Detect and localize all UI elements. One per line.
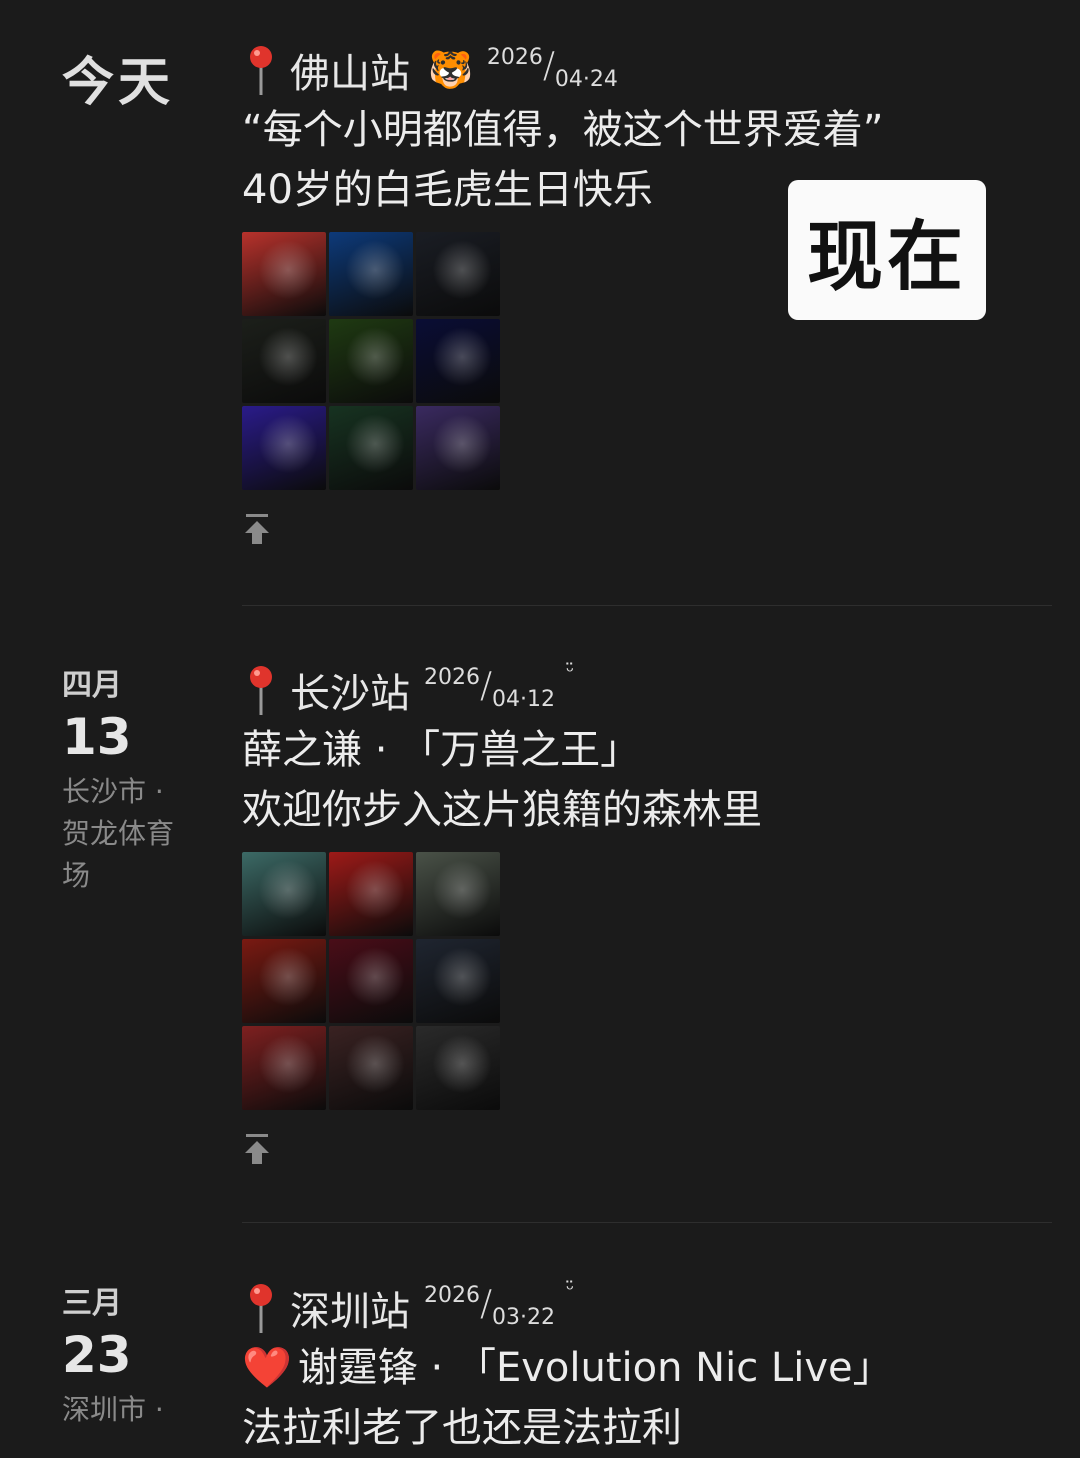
photo-thumbnail[interactable]	[329, 852, 413, 936]
date-month: 四月	[62, 668, 122, 703]
location-text: 深圳市 ·	[62, 1393, 164, 1426]
photo-thumbnail[interactable]	[416, 852, 500, 936]
date-slash: /	[480, 1283, 493, 1324]
photo-thumbnail[interactable]	[242, 852, 326, 936]
entry-text-line: “每个小明都值得，被这个世界爱着”	[242, 107, 884, 153]
heart-icon: ❤️	[242, 1345, 292, 1391]
photo-thumbnail[interactable]	[242, 1026, 326, 1110]
date-year: 2026	[424, 1283, 480, 1308]
date-day: 23	[62, 1326, 132, 1384]
date-slash: /	[542, 45, 555, 86]
station-header: 佛山站 🐯 2026 / 04·24	[242, 40, 1042, 100]
pin-top-icon[interactable]	[242, 1132, 272, 1166]
entry-content: 长沙站 2026 / 04·12 ᵕ̈ 薛之谦 · 「万兽之王」 欢迎你步入这片…	[242, 659, 1042, 1166]
date-column: 三月 23 深圳市 ·	[62, 1278, 212, 1431]
date-column: 今天	[62, 40, 212, 115]
date-month: 三月	[62, 1286, 122, 1321]
entry-content: 深圳站 2026 / 03·22 ᵕ̈ ❤️ 谢霆锋 · 「Evolution N…	[242, 1277, 1042, 1458]
photo-thumbnail[interactable]	[242, 232, 326, 316]
photo-thumbnail[interactable]	[329, 406, 413, 490]
date-year: 2026	[424, 665, 480, 690]
date-month-day: 04·24	[554, 67, 618, 92]
date-month-day: 04·12	[492, 687, 555, 712]
photo-thumbnail[interactable]	[416, 232, 500, 316]
tiger-icon: 🐯	[428, 50, 473, 91]
photo-thumbnail[interactable]	[329, 232, 413, 316]
date-slash: /	[480, 665, 493, 706]
date-column: 四月 13 长沙市 · 贺龙体育场	[62, 660, 212, 897]
smile-icon: ᵕ̈	[566, 659, 575, 683]
station-name: 深圳站	[290, 1289, 410, 1335]
station-header: 深圳站 2026 / 03·22 ᵕ̈	[242, 1277, 1042, 1338]
station-name: 佛山站	[290, 51, 410, 97]
pin-top-icon[interactable]	[242, 512, 272, 546]
photo-thumbnail[interactable]	[242, 939, 326, 1023]
entry-text-line: 法拉利老了也还是法拉利	[242, 1405, 682, 1451]
date-year: 2026	[486, 45, 543, 70]
photo-thumbnail[interactable]	[329, 1026, 413, 1110]
location-pin-icon	[242, 663, 280, 717]
entry-divider	[242, 605, 1052, 606]
photo-thumbnail[interactable]	[329, 939, 413, 1023]
date-month-day: 03·22	[492, 1305, 555, 1330]
date-day: 13	[62, 708, 132, 766]
entry-text-line: ❤️ 谢霆锋 · 「Evolution Nic Live」	[242, 1338, 1042, 1398]
photo-thumbnail[interactable]	[416, 1026, 500, 1110]
entry-text-line: 欢迎你步入这片狼籍的森林里	[242, 787, 762, 833]
now-badge: 现在	[788, 180, 986, 320]
entry-divider	[242, 1222, 1052, 1223]
location-pin-icon	[242, 1281, 280, 1335]
location-text: 长沙市 · 贺龙体育场	[62, 775, 175, 892]
location-pin-icon	[242, 43, 280, 97]
photo-grid[interactable]	[242, 232, 500, 490]
photo-thumbnail[interactable]	[329, 319, 413, 403]
photo-thumbnail[interactable]	[242, 319, 326, 403]
entry-text: 谢霆锋 · 「Evolution Nic Live」	[297, 1345, 893, 1391]
entry-text-line: 薛之谦 · 「万兽之王」	[242, 727, 641, 773]
photo-thumbnail[interactable]	[416, 319, 500, 403]
smile-icon: ᵕ̈	[566, 1277, 575, 1301]
photo-thumbnail[interactable]	[416, 406, 500, 490]
date-stamp: 2026 / 03·22 ᵕ̈	[424, 1277, 594, 1333]
station-name: 长沙站	[290, 671, 410, 717]
photo-thumbnail[interactable]	[242, 406, 326, 490]
date-stamp: 2026 / 04·12 ᵕ̈	[424, 659, 594, 715]
photo-grid[interactable]	[242, 852, 500, 1110]
date-stamp: 2026 / 04·24	[487, 45, 657, 95]
station-header: 长沙站 2026 / 04·12 ᵕ̈	[242, 659, 1042, 720]
date-today-label: 今天	[62, 53, 175, 113]
photo-thumbnail[interactable]	[416, 939, 500, 1023]
